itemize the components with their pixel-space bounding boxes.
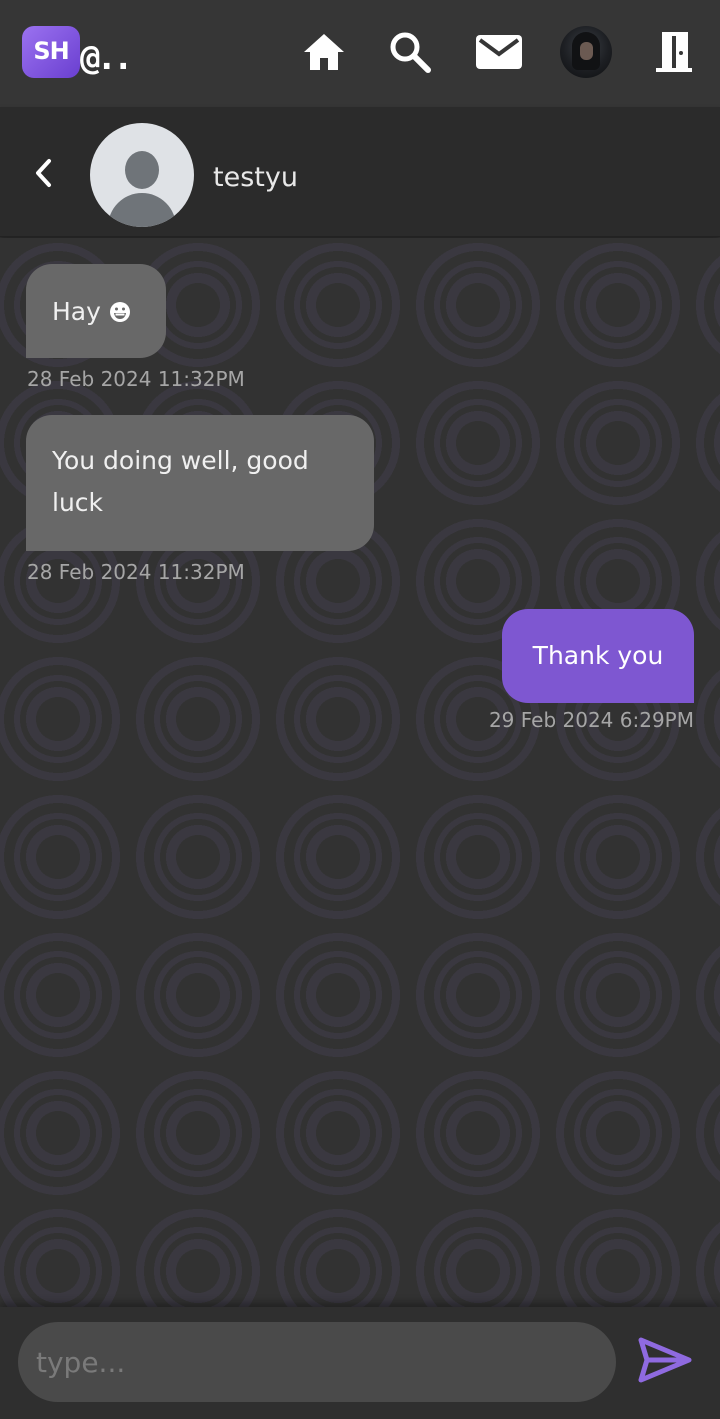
home-icon[interactable] — [298, 26, 350, 78]
avatar-face-shape — [580, 42, 593, 60]
grinning-face-icon — [109, 294, 131, 336]
message-bubble-outgoing[interactable]: Thank you — [502, 609, 694, 703]
logout-door-icon[interactable] — [648, 26, 700, 78]
message-bubble-incoming[interactable]: You doing well, good luck — [26, 415, 374, 551]
message-bubble-incoming[interactable]: Hay — [26, 264, 166, 358]
chat-app: SH @.. testyu Hay 28 Feb 2024 11:32PM Yo… — [0, 0, 720, 1419]
mail-icon[interactable] — [473, 26, 525, 78]
message-list[interactable]: Hay 28 Feb 2024 11:32PM You doing well, … — [0, 238, 720, 1308]
search-icon[interactable] — [384, 26, 436, 78]
send-icon — [638, 1337, 692, 1383]
message-text: You doing well, good luck — [52, 446, 309, 517]
back-button[interactable] — [28, 157, 60, 189]
message-text: Hay — [52, 297, 101, 326]
message-timestamp: 28 Feb 2024 11:32PM — [27, 367, 245, 391]
default-user-icon — [125, 151, 159, 189]
contact-name[interactable]: testyu — [213, 161, 298, 195]
message-input[interactable] — [18, 1322, 616, 1402]
message-timestamp: 29 Feb 2024 6:29PM — [488, 708, 694, 732]
user-avatar[interactable] — [560, 26, 612, 78]
top-nav-bar: SH @.. — [0, 0, 720, 107]
send-button[interactable] — [638, 1337, 692, 1387]
contact-avatar[interactable] — [90, 123, 194, 227]
message-composer — [0, 1307, 720, 1419]
message-text: Thank you — [532, 641, 664, 670]
app-logo-suffix: @.. — [80, 38, 133, 78]
chat-header: testyu — [0, 107, 720, 237]
app-logo[interactable]: SH — [22, 26, 80, 78]
message-timestamp: 28 Feb 2024 11:32PM — [27, 560, 245, 584]
chevron-left-icon — [36, 159, 51, 187]
